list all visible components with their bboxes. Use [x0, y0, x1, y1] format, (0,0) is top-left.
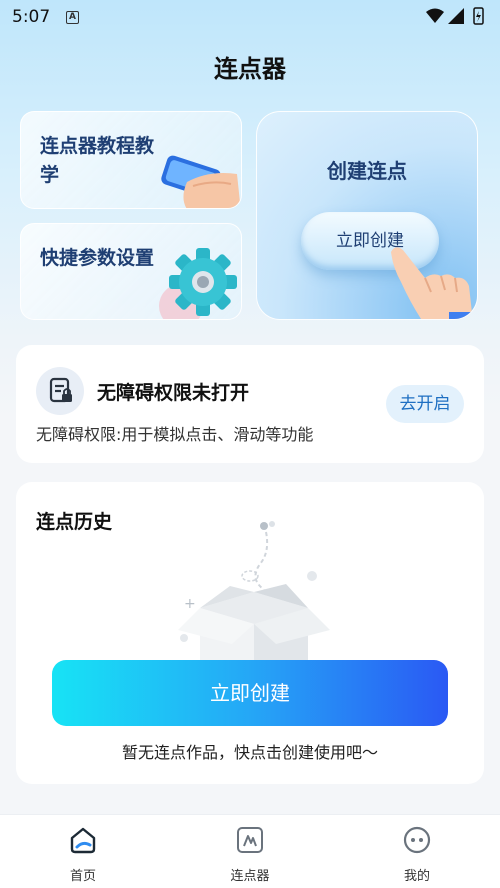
history-title: 连点历史 — [36, 511, 113, 533]
profile-icon — [403, 826, 431, 854]
status-time: 5:07 — [12, 7, 51, 27]
nav-label-home: 首页 — [69, 869, 96, 884]
settings-tile[interactable]: 快捷参数设置 — [20, 223, 242, 320]
bottom-nav: 首页 连点器 我的 — [0, 814, 500, 888]
home-icon — [70, 827, 96, 854]
nav-label-clicker: 连点器 — [230, 869, 270, 884]
create-tile[interactable]: 创建连点 立即创建 — [256, 111, 478, 320]
clicker-icon — [237, 827, 263, 853]
page-title: 连点器 — [214, 55, 286, 83]
empty-state-text: 暂无连点作品，快点击创建使用吧～ — [121, 743, 378, 762]
nav-item-clicker[interactable]: 连点器 — [190, 815, 310, 888]
pointing-hand-icon — [391, 247, 477, 319]
nav-item-home[interactable]: 首页 — [23, 815, 143, 888]
tutorial-tile[interactable]: 连点器教程教学 — [20, 111, 242, 209]
nav-label-mine: 我的 — [403, 869, 430, 884]
svg-text:+: + — [184, 596, 196, 612]
empty-box-illustration: + + × — [178, 521, 331, 672]
signal-icon — [448, 8, 464, 24]
permission-icon-wrap — [36, 367, 84, 415]
status-bar: 5:07 A — [0, 0, 500, 34]
enable-permission-button[interactable]: 去开启 — [386, 385, 464, 423]
nav-item-mine[interactable]: 我的 — [357, 815, 477, 888]
phone-hand-icon — [161, 155, 241, 208]
history-create-button[interactable]: 立即创建 — [52, 660, 448, 726]
wifi-icon — [426, 8, 444, 23]
accessibility-permission-card: 无障碍权限未打开 无障碍权限:用于模拟点击、滑动等功能 去开启 — [16, 345, 484, 463]
create-tile-title: 创建连点 — [327, 159, 407, 183]
status-icons — [426, 7, 484, 25]
gear-icon — [159, 248, 237, 319]
history-card: 连点历史 + + × 立即创建 暂无连点作品，快点击创建使用吧～ — [16, 482, 484, 784]
permission-title: 无障碍权限未打开 — [97, 382, 250, 404]
permission-description: 无障碍权限:用于模拟点击、滑动等功能 — [36, 425, 314, 444]
document-lock-icon — [49, 377, 72, 403]
notification-a-icon: A — [66, 11, 79, 24]
